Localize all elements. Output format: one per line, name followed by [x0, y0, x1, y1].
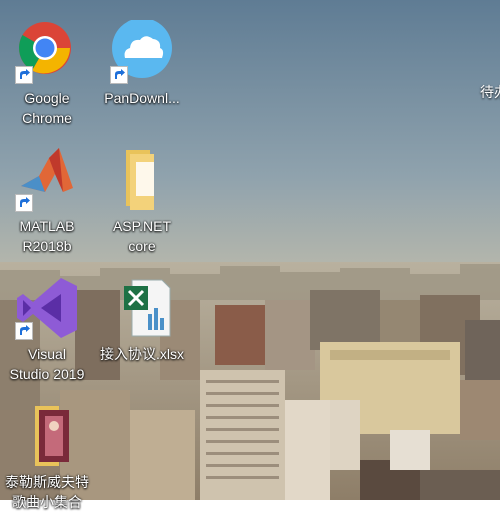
desktop-icon-album-folder[interactable]: 泰勒斯威夫特 歌曲小集合 [0, 404, 95, 512]
desktop-icon-pandownload[interactable]: PanDownl... [94, 18, 190, 108]
desktop-icon-visual-studio[interactable]: Visual Studio 2019 [0, 276, 95, 384]
excel-file-label: 接入协议.xlsx [100, 346, 184, 362]
desktop-icon-matlab[interactable]: MATLAB R2018b [0, 148, 95, 256]
visual-studio-label: Visual Studio 2019 [9, 346, 85, 382]
album-folder-label: 泰勒斯威夫特 歌曲小集合 [5, 474, 89, 510]
pandownload-icon [110, 18, 174, 84]
album-folder-icon [15, 404, 79, 468]
aspnet-label: ASP.NET core [112, 218, 172, 254]
pandownload-label: PanDownl... [104, 90, 180, 106]
google-chrome-icon [15, 20, 79, 84]
desktop-icon-chrome[interactable]: Google Chrome [0, 20, 95, 128]
visual-studio-icon [15, 276, 79, 340]
edge-clipped-label: 待办 [480, 85, 500, 101]
aspnet-folder-icon [110, 148, 174, 212]
chrome-label: Google Chrome [22, 90, 72, 126]
desktop-icon-excel-file[interactable]: 接入协议.xlsx [94, 276, 190, 364]
matlab-icon [15, 148, 79, 212]
matlab-label: MATLAB R2018b [19, 218, 75, 254]
shortcut-arrow-icon [15, 194, 33, 212]
shortcut-arrow-icon [15, 66, 33, 84]
shortcut-arrow-icon [110, 66, 128, 84]
shortcut-arrow-icon [15, 322, 33, 340]
excel-file-icon [110, 276, 174, 340]
desktop-icon-aspnet[interactable]: ASP.NET core [94, 148, 190, 256]
